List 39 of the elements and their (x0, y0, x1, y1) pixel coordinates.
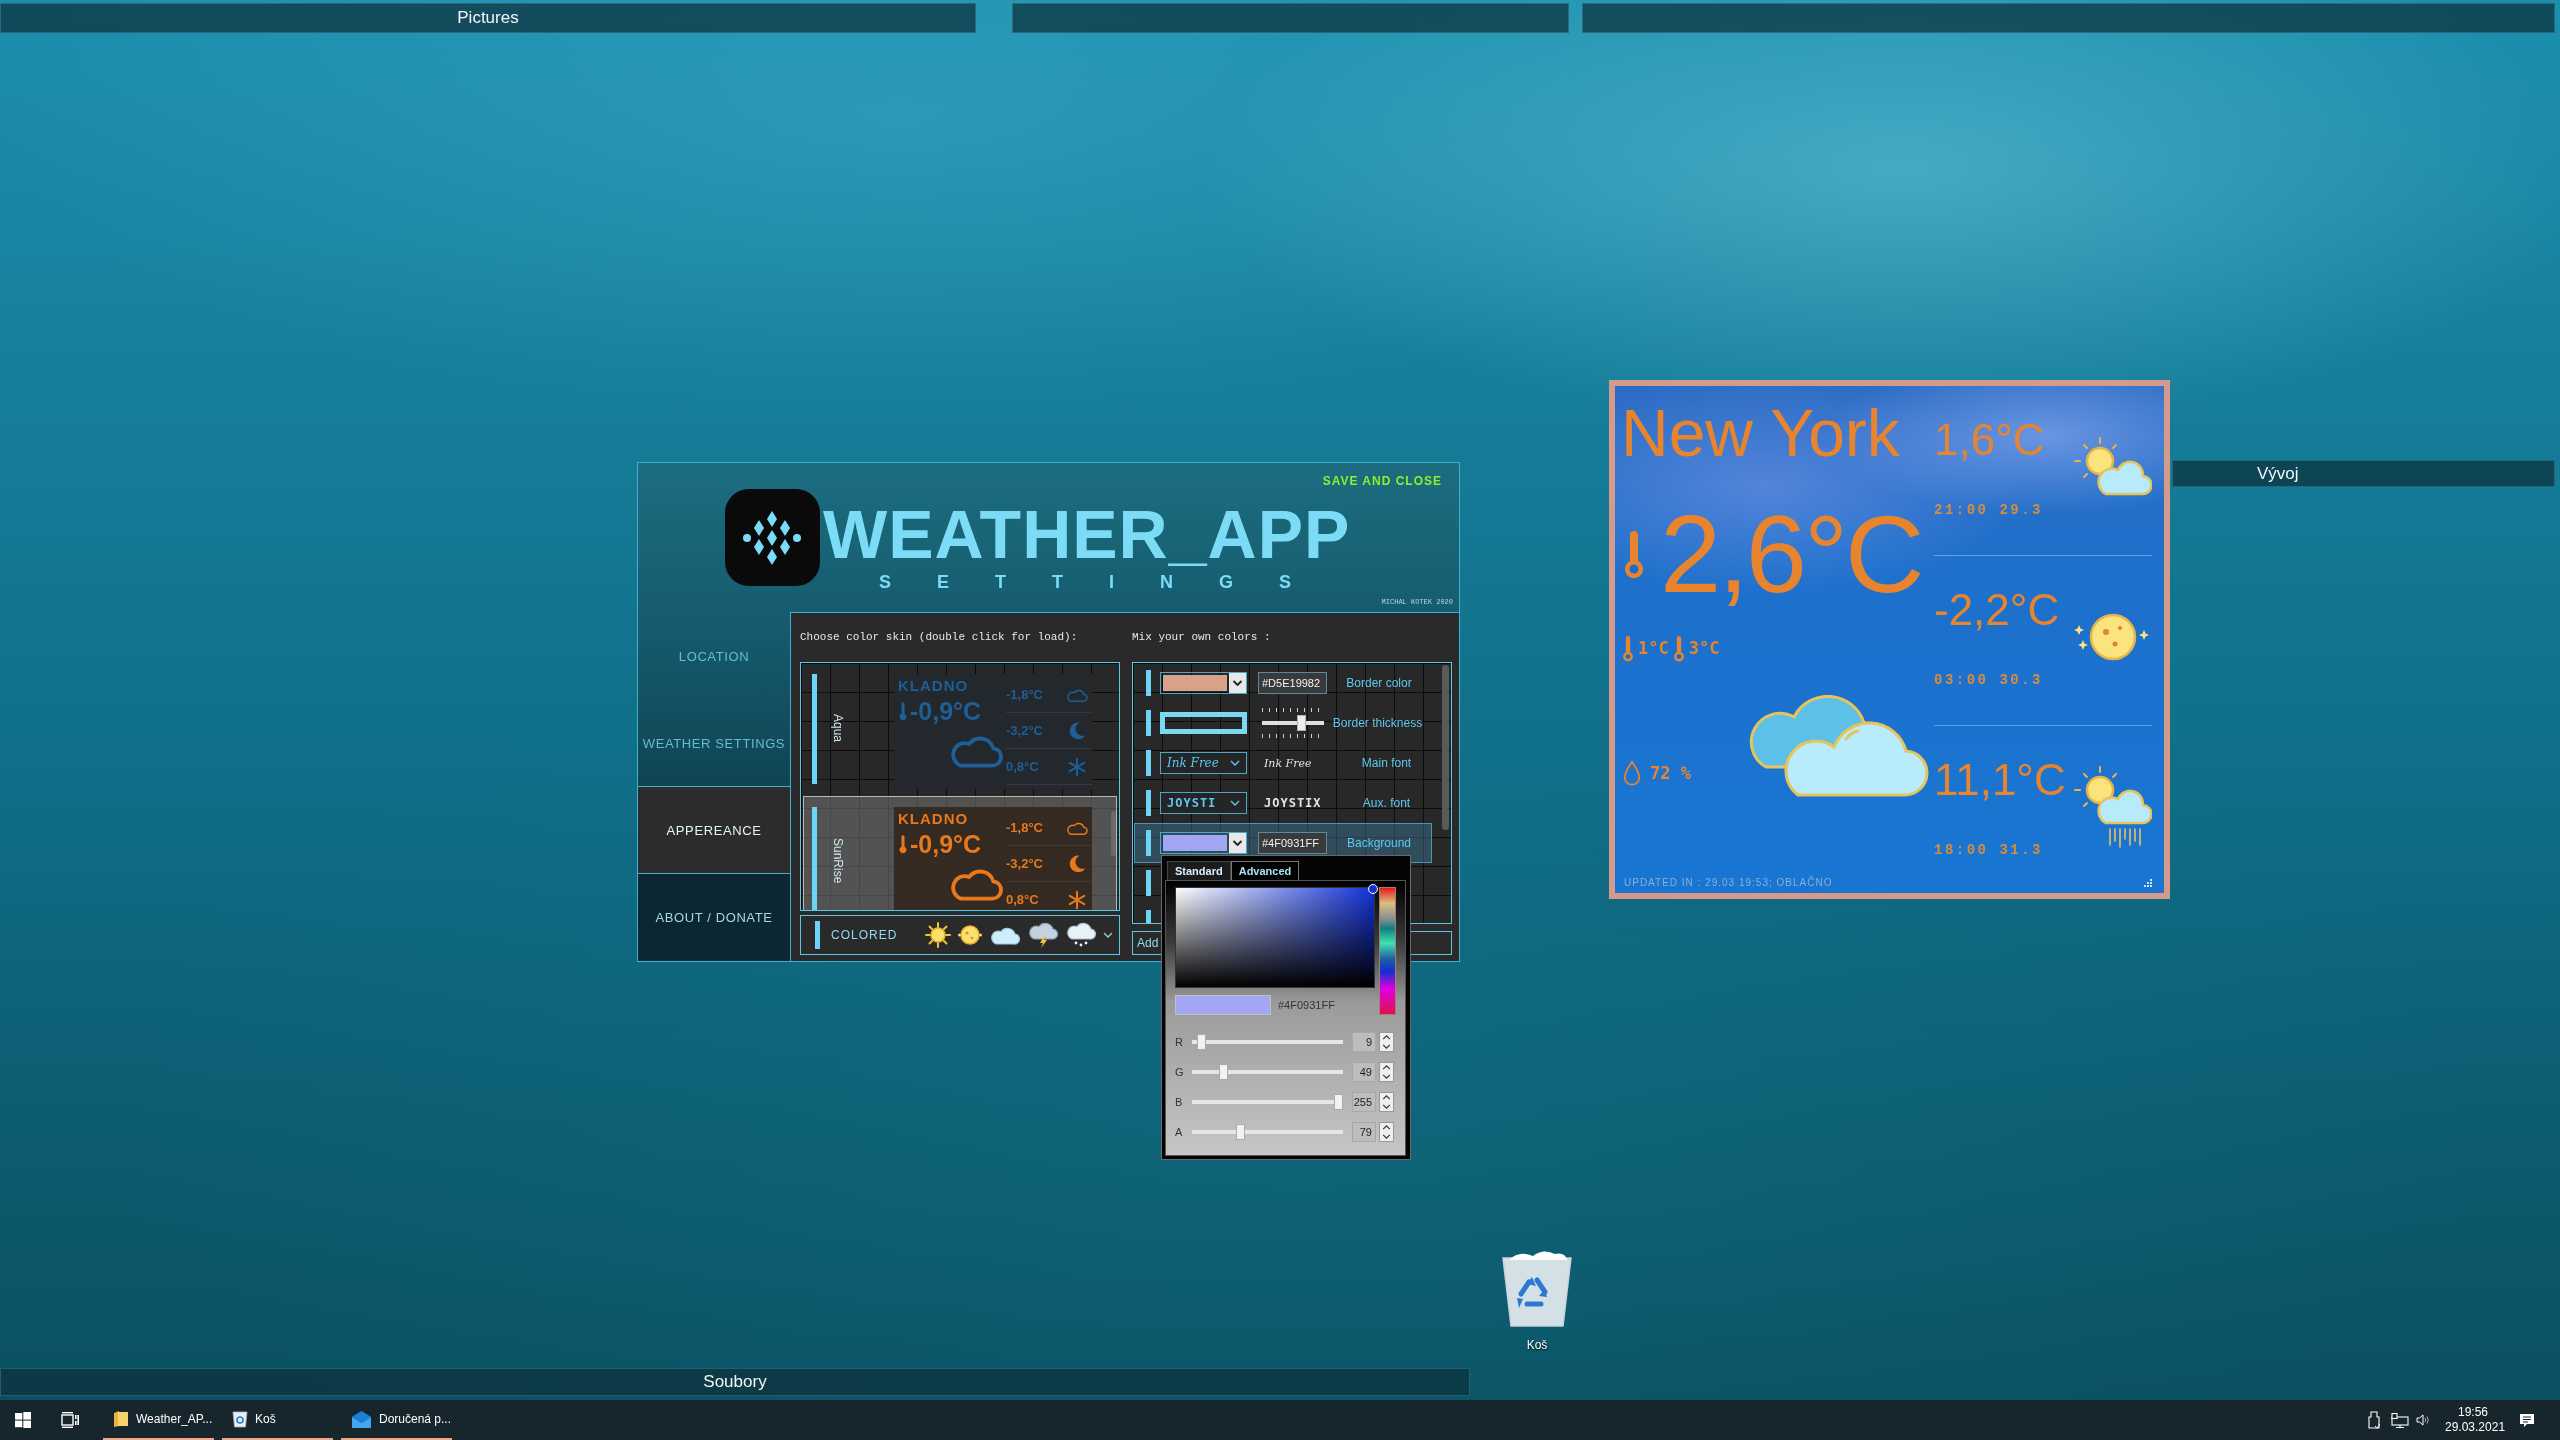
forecast-temperature: -2,2°C (1934, 585, 2061, 635)
skin-name: Aqua (831, 714, 845, 742)
channel-label: B (1175, 1096, 1184, 1108)
section-heading: Mix your own colors : (1132, 630, 1271, 644)
app-title: WEATHER_APP (823, 497, 1351, 571)
app-subtitle: SETTINGS (878, 573, 1337, 591)
forecast-temperature: 11,1°C (1934, 755, 2067, 805)
forecast-temperature: 1,6°C (1934, 415, 2046, 465)
preview-city: KLADNO (898, 677, 969, 694)
preview-forecast-temperature: -1,8°C (1006, 820, 1043, 835)
preview-forecast-temperature: -3,2°C (1006, 856, 1043, 871)
font-preview: Ink Free (1264, 756, 1313, 770)
skin-name: SunRise (831, 838, 845, 884)
font-preview: JOYSTIX (1264, 796, 1323, 810)
preview-temperature: -0,9°C (910, 697, 982, 725)
preview-city: KLADNO (898, 810, 969, 827)
channel-label: A (1175, 1126, 1184, 1138)
update-status: UPDATED IN : 29.03 19:53; OBLAČNO (1624, 876, 1833, 888)
channel-label: G (1175, 1066, 1185, 1078)
preview-temperature: -0,9°C (910, 830, 982, 858)
setting-label: Main font (1360, 756, 1413, 770)
setting-label: Border color (1345, 676, 1413, 690)
preview-forecast-temperature: 0,8°C (1006, 892, 1039, 907)
preview-forecast-temperature: 0,8°C (1006, 759, 1039, 774)
section-heading: Choose color skin (double click for load): (800, 630, 1078, 644)
current-temperature: 2,6°C (1660, 499, 1922, 609)
setting-label: Border thickness (1331, 716, 1424, 730)
forecast-time: 21:00 29.3 (1934, 501, 2044, 519)
forecast-time: 18:00 31.3 (1934, 841, 2044, 859)
setting-label: Background (1345, 836, 1412, 850)
channel-label: R (1175, 1036, 1184, 1048)
humidity-value: 72 % (1650, 763, 1691, 783)
max-temperature: 3°C (1688, 638, 1720, 658)
city-name: New York (1621, 397, 1900, 469)
forecast-time: 03:00 30.3 (1934, 671, 2044, 689)
min-temperature: 1°C (1638, 638, 1669, 658)
setting-label: Aux. font (1361, 796, 1412, 810)
preview-forecast-temperature: -3,2°C (1006, 723, 1043, 738)
preview-forecast-temperature: -1,8°C (1006, 687, 1043, 702)
